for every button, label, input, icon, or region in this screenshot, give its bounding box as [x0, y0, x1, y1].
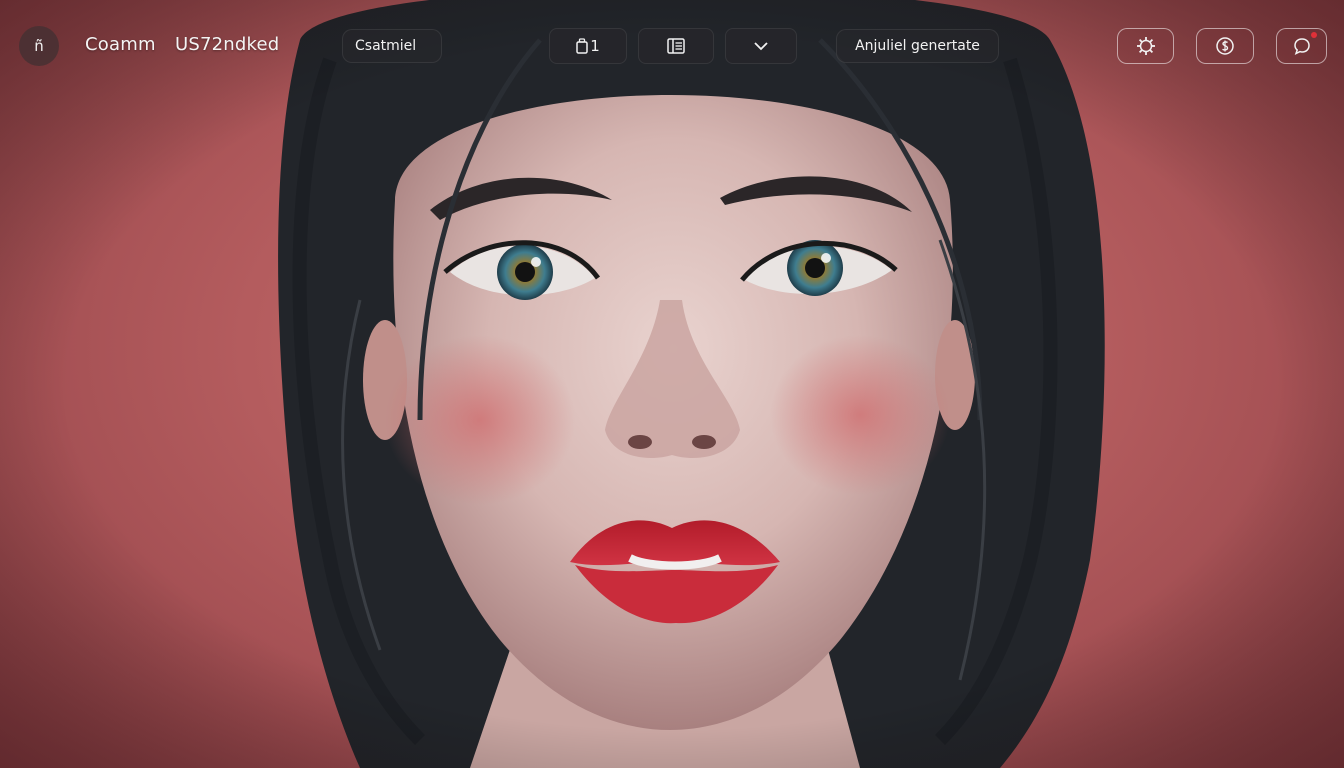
chat-icon: [1293, 38, 1310, 55]
credits-button[interactable]: [1196, 28, 1254, 64]
clip-button[interactable]: 1: [549, 28, 627, 64]
layout-icon: [667, 38, 685, 54]
generate-button-label: Anjuliel genertate: [855, 38, 980, 54]
clip-count: 1: [590, 37, 600, 55]
brand-name: Coamm: [85, 34, 156, 55]
gear-icon: [1136, 37, 1155, 55]
generate-button[interactable]: Anjuliel genertate: [836, 29, 999, 63]
clip-icon: [576, 38, 588, 54]
portrait-image: [0, 0, 1344, 768]
coin-icon: [1216, 37, 1234, 55]
layout-button[interactable]: [638, 28, 714, 64]
menu-icon: ñ: [34, 37, 44, 55]
custom-button-label: Csatmiel: [355, 38, 417, 54]
chat-button[interactable]: [1276, 28, 1327, 64]
notification-dot: [1311, 32, 1317, 38]
canvas-view: ñ Coamm US72ndked Csatmiel 1 Anjuliel ge…: [0, 0, 1344, 768]
settings-button[interactable]: [1117, 28, 1174, 64]
expand-button[interactable]: [725, 28, 797, 64]
custom-button[interactable]: Csatmiel: [342, 29, 442, 63]
menu-button[interactable]: ñ: [19, 26, 59, 66]
chevron-down-icon: [754, 42, 768, 51]
brand-status: US72ndked: [175, 34, 280, 55]
